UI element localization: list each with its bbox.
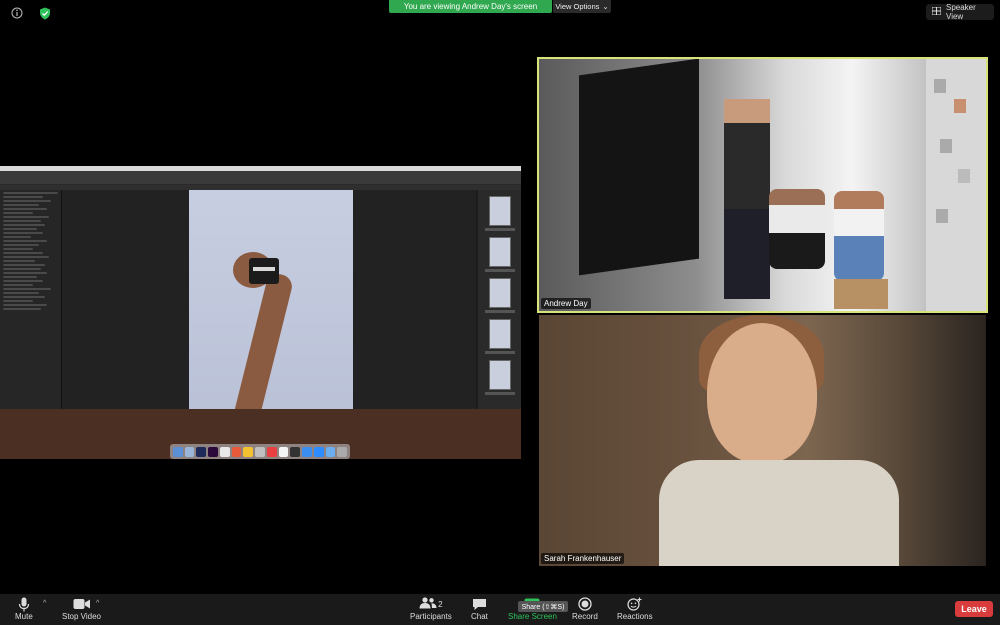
stop-video-label: Stop Video [62,612,101,621]
video-camera-icon [73,596,91,612]
top-left-controls [8,4,54,22]
participant-name-tag: Andrew Day [541,298,591,309]
participants-button[interactable]: 2 Participants [410,596,452,621]
record-button[interactable]: Record [572,596,598,621]
zoom-meeting-window: You are viewing Andrew Day's screen View… [0,0,1000,625]
speaker-view-label: Speaker View [946,3,976,21]
info-icon[interactable] [8,4,26,22]
participants-count: 2 [438,599,443,609]
view-options-button[interactable]: View Options ⌄ [553,0,611,13]
audio-options-caret-icon[interactable]: ^ [43,600,46,607]
speaker-view-button[interactable]: Speaker View [926,3,994,21]
microphone-icon [18,596,30,612]
view-options-label: View Options [555,2,600,11]
chat-label: Chat [471,612,488,621]
video-tile-sarah-frankenhauser[interactable]: Sarah Frankenhauser [539,315,986,566]
mute-label: Mute [15,612,33,621]
shared-dock [170,444,350,459]
chat-bubble-icon [472,596,487,612]
shared-app-viewer [62,190,476,438]
share-screen-label: Share Screen [508,612,557,621]
softbox [579,59,699,276]
chevron-down-icon: ⌄ [602,2,609,11]
video-options-caret-icon[interactable]: ^ [96,600,99,607]
shared-app-toolbar [0,171,521,185]
people-icon [419,597,437,611]
shield-check-icon[interactable] [36,4,54,22]
grid-icon [931,6,942,17]
participant-name-tag: Sarah Frankenhauser [541,553,625,564]
shared-app-library-panel [0,190,62,409]
meeting-toolbar: Mute ^ Stop Video ^ 2 Participants Chat [0,594,1000,625]
product-photo [189,190,353,438]
mute-button[interactable]: Mute [15,596,33,621]
smiley-plus-icon [627,596,642,612]
share-tooltip: Share (⇧⌘S) [518,601,568,612]
record-label: Record [572,612,598,621]
video-tile-andrew-day[interactable]: Andrew Day [537,57,988,313]
participants-label: Participants [410,612,452,621]
shared-screen[interactable] [0,166,521,459]
chat-button[interactable]: Chat [471,596,488,621]
reactions-label: Reactions [617,612,653,621]
viewing-screen-banner: You are viewing Andrew Day's screen [389,0,552,13]
reactions-button[interactable]: Reactions [617,596,653,621]
record-icon [578,596,592,612]
shared-app-filmstrip [478,190,521,409]
leave-button[interactable]: Leave [955,601,993,617]
